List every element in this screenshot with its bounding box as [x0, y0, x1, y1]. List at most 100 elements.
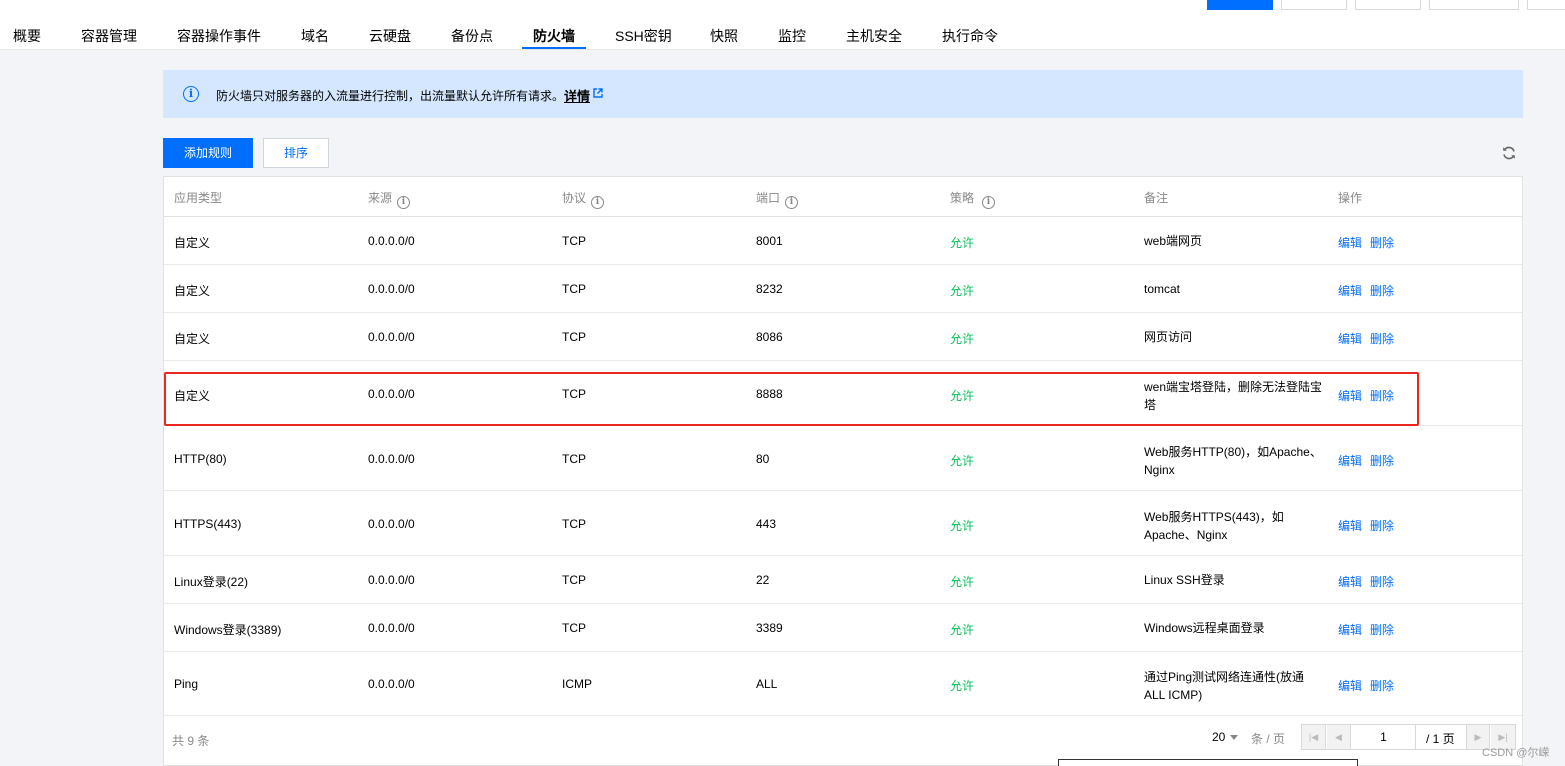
edit-button[interactable]: 编辑: [1338, 621, 1362, 638]
cell-policy: 允许: [950, 284, 975, 298]
firewall-notice: i 防火墙只对服务器的入流量进行控制，出流量默认允许所有请求。 详情: [163, 70, 1523, 118]
tab-ssh-key[interactable]: SSH密钥: [615, 26, 672, 46]
cell-policy: 允许: [950, 679, 975, 693]
header-port-label: 端口: [756, 191, 781, 205]
cell-policy: 允许: [950, 332, 975, 346]
cell-port: 8001: [756, 234, 783, 248]
chevron-down-icon: [1230, 735, 1239, 740]
page-number-input[interactable]: [1352, 725, 1416, 749]
top-button-4[interactable]: [1429, 0, 1519, 10]
delete-button[interactable]: 删除: [1370, 282, 1394, 299]
delete-button[interactable]: 删除: [1370, 677, 1394, 694]
cell-remark: Windows远程桌面登录: [1144, 621, 1265, 635]
notice-text: 防火墙只对服务器的入流量进行控制，出流量默认允许所有请求。: [216, 89, 565, 103]
edit-button[interactable]: 编辑: [1338, 452, 1362, 469]
table-row: 自定义 0.0.0.0/0 TCP 8232 允许 tomcat 编辑 删除: [164, 265, 1522, 313]
top-button-2[interactable]: [1281, 0, 1347, 10]
header-source: 来源 i: [368, 189, 411, 209]
edit-button[interactable]: 编辑: [1338, 517, 1362, 534]
tab-container-management[interactable]: 容器管理: [81, 26, 137, 46]
source-info-icon[interactable]: i: [397, 196, 411, 209]
page-size-value: 20: [1212, 730, 1226, 744]
cell-protocol: TCP: [562, 282, 586, 296]
cell-port: 3389: [756, 621, 783, 635]
cell-source: 0.0.0.0/0: [368, 282, 415, 296]
prev-page-icon[interactable]: ◀: [1327, 725, 1351, 749]
cell-port: 22: [756, 573, 770, 587]
cell-port: 8086: [756, 330, 783, 344]
edit-button[interactable]: 编辑: [1338, 330, 1362, 347]
cell-app-type: 自定义: [174, 284, 211, 298]
overlay-fragment: [1058, 759, 1358, 766]
total-pages: / 1 页: [1426, 732, 1455, 746]
cell-app-type: 自定义: [174, 332, 211, 346]
table-row: HTTPS(443) 0.0.0.0/0 TCP 443 允许 Web服务HTTPS(44…: [164, 491, 1522, 556]
cell-policy: 允许: [950, 623, 975, 637]
header-protocol-label: 协议: [562, 191, 587, 205]
tab-domain[interactable]: 域名: [301, 26, 329, 46]
header-protocol: 协议 i: [562, 189, 605, 209]
tab-firewall[interactable]: 防火墙: [533, 26, 575, 46]
page-size-select[interactable]: 20: [1212, 730, 1239, 744]
cell-app-type: Ping: [174, 677, 199, 691]
cell-protocol: TCP: [562, 573, 586, 587]
cell-source: 0.0.0.0/0: [368, 677, 415, 691]
top-primary-button[interactable]: [1207, 0, 1273, 10]
cell-port: 8232: [756, 282, 783, 296]
cell-remark: tomcat: [1144, 282, 1181, 296]
cell-remark: Linux SSH登录: [1144, 573, 1225, 587]
active-tab-indicator: [522, 47, 586, 49]
edit-button[interactable]: 编辑: [1338, 282, 1362, 299]
edit-button[interactable]: 编辑: [1338, 573, 1362, 590]
cell-port: ALL: [756, 677, 778, 691]
cell-protocol: TCP: [562, 234, 586, 248]
cell-port: 443: [756, 517, 777, 531]
table-row: Linux登录(22) 0.0.0.0/0 TCP 22 允许 Linux SSH登录 编辑…: [164, 556, 1522, 604]
policy-info-icon[interactable]: i: [982, 196, 996, 209]
firewall-rules-table: 应用类型 来源 i 协议 i 端口 i 策略 i 备注 操作 自定义 0.0.0.0/0 T…: [163, 176, 1523, 766]
tab-container-events[interactable]: 容器操作事件: [177, 26, 261, 46]
refresh-icon[interactable]: [1501, 145, 1517, 161]
cell-policy: 允许: [950, 389, 975, 403]
header-port: 端口 i: [756, 189, 799, 209]
tab-overview[interactable]: 概要: [13, 26, 41, 46]
cell-remark: 网页访问: [1144, 330, 1193, 344]
edit-button[interactable]: 编辑: [1338, 677, 1362, 694]
tab-host-security[interactable]: 主机安全: [846, 26, 902, 46]
first-page-icon[interactable]: |◀: [1302, 725, 1326, 749]
port-info-icon[interactable]: i: [785, 196, 799, 209]
add-rule-button[interactable]: 添加规则: [163, 138, 253, 168]
tab-monitor[interactable]: 监控: [778, 26, 806, 46]
cell-protocol: ICMP: [562, 677, 592, 691]
delete-button[interactable]: 删除: [1370, 621, 1394, 638]
delete-button[interactable]: 删除: [1370, 517, 1394, 534]
cell-remark: web端网页: [1144, 234, 1203, 248]
edit-button[interactable]: 编辑: [1338, 387, 1362, 404]
top-button-3[interactable]: [1355, 0, 1421, 10]
header-policy: 策略 i: [950, 189, 996, 209]
tab-cloud-disk[interactable]: 云硬盘: [369, 26, 411, 46]
cell-app-type: Windows登录(3389): [174, 623, 282, 637]
protocol-info-icon[interactable]: i: [591, 196, 605, 209]
cell-protocol: TCP: [562, 621, 586, 635]
delete-button[interactable]: 删除: [1370, 573, 1394, 590]
tab-snapshot[interactable]: 快照: [710, 26, 738, 46]
cell-source: 0.0.0.0/0: [368, 234, 415, 248]
table-row: Ping 0.0.0.0/0 ICMP ALL 允许 通过Ping测试网络连通性(放通AL…: [164, 652, 1522, 716]
cell-remark: 通过Ping测试网络连通性(放通ALL ICMP): [1144, 670, 1305, 702]
cell-protocol: TCP: [562, 330, 586, 344]
delete-button[interactable]: 删除: [1370, 387, 1394, 404]
total-count: 共 9 条: [172, 734, 210, 748]
external-link-icon[interactable]: [593, 88, 603, 98]
delete-button[interactable]: 删除: [1370, 452, 1394, 469]
tab-run-command[interactable]: 执行命令: [942, 26, 998, 46]
cell-app-type: HTTPS(443): [174, 517, 242, 531]
top-button-5[interactable]: [1527, 0, 1565, 10]
sort-button[interactable]: 排序: [263, 138, 329, 168]
edit-button[interactable]: 编辑: [1338, 234, 1362, 251]
tab-backup-point[interactable]: 备份点: [451, 26, 493, 46]
details-link[interactable]: 详情: [564, 86, 590, 105]
top-action-strip: [0, 0, 1565, 14]
delete-button[interactable]: 删除: [1370, 330, 1394, 347]
delete-button[interactable]: 删除: [1370, 234, 1394, 251]
